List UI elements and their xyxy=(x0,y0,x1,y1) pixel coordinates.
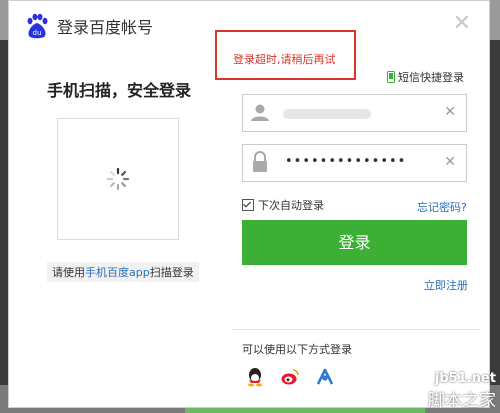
sms-login-link[interactable]: 短信快捷登录 xyxy=(387,69,464,85)
weibo-icon[interactable] xyxy=(280,367,300,387)
phone-icon xyxy=(387,71,395,83)
register-link[interactable]: 立即注册 xyxy=(424,277,468,293)
watermark-site: jb51.net xyxy=(434,371,496,386)
baidu-app-link[interactable]: 手机百度app xyxy=(85,266,150,279)
qr-code-area xyxy=(57,118,179,240)
auto-login-checkbox[interactable]: 下次自动登录 xyxy=(242,197,324,213)
clear-username-icon[interactable]: ✕ xyxy=(444,104,456,120)
close-icon[interactable]: ✕ xyxy=(453,13,471,35)
forgot-password-link[interactable]: 忘记密码? xyxy=(417,199,467,215)
auto-login-label: 下次自动登录 xyxy=(258,199,324,212)
qr-hint-prefix: 请使用 xyxy=(52,266,85,279)
clear-password-icon[interactable]: ✕ xyxy=(444,154,456,170)
loading-spinner-icon xyxy=(106,167,130,191)
sms-login-label: 短信快捷登录 xyxy=(398,71,464,84)
login-button[interactable]: 登录 xyxy=(242,220,467,265)
username-blurred-value xyxy=(283,109,371,119)
user-icon xyxy=(251,104,269,121)
password-field[interactable]: •••••••••••••• ✕ xyxy=(242,144,467,182)
window-title: 登录百度帐号 xyxy=(57,18,154,37)
other-login-title: 可以使用以下方式登录 xyxy=(242,343,352,356)
lock-icon xyxy=(253,151,267,172)
qr-heading: 手机扫描，安全登录 xyxy=(47,81,192,100)
checkbox-checked-icon[interactable] xyxy=(242,199,254,211)
divider xyxy=(231,329,481,330)
svg-text:du: du xyxy=(33,29,42,37)
watermark-text: 脚本之家 xyxy=(428,391,496,411)
baidu-logo-icon: du xyxy=(27,13,48,39)
error-message: 登录超时,请稍后再试 xyxy=(233,53,336,66)
password-value: •••••••••••••• xyxy=(285,154,407,169)
qq-icon[interactable] xyxy=(245,367,265,387)
qr-hint-suffix: 扫描登录 xyxy=(149,266,194,279)
username-field[interactable]: ✕ xyxy=(242,94,467,132)
tieba-icon[interactable] xyxy=(315,367,335,387)
watermark: jb51.net 脚本之家 xyxy=(428,371,496,411)
qr-hint: 请使用手机百度app扫描登录 xyxy=(47,262,199,282)
